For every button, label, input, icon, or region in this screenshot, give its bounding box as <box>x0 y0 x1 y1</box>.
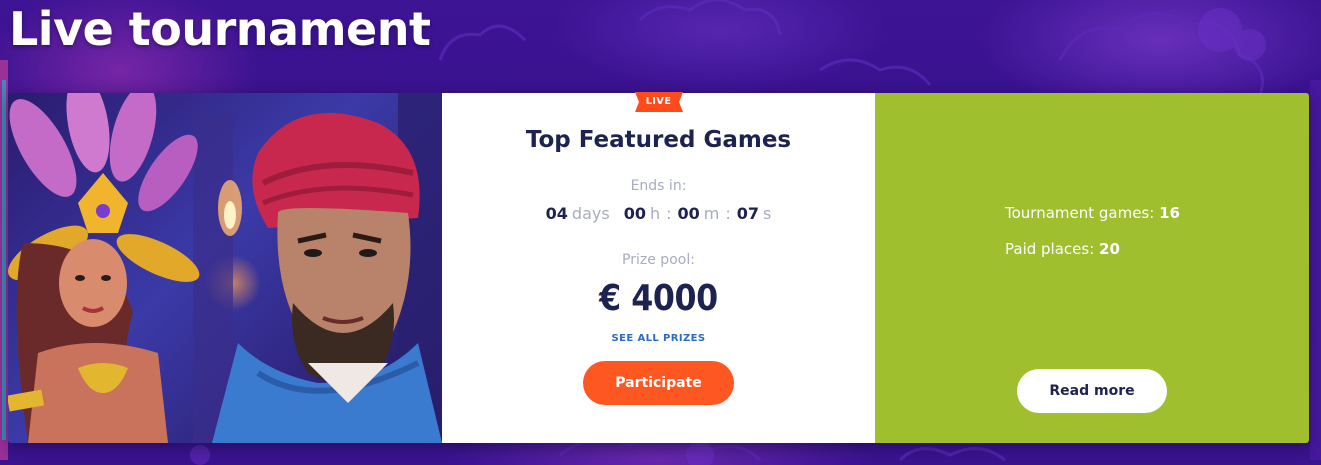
participate-button[interactable]: Participate <box>583 361 734 405</box>
countdown-hours-unit: h <box>649 204 661 223</box>
prize-pool-label: Prize pool: <box>622 252 695 268</box>
artwork-illustration <box>8 93 442 443</box>
countdown-seconds-unit: s <box>763 204 772 223</box>
tournament-artwork[interactable] <box>8 93 442 443</box>
countdown-days-unit: days <box>571 204 610 223</box>
paid-places-value: 20 <box>1099 240 1120 258</box>
prize-pool-amount: € 4000 <box>599 278 718 319</box>
countdown-timer: 04 days 00 h : 00 m : 07 s <box>546 204 772 223</box>
countdown-separator: : <box>666 204 672 223</box>
countdown-days: 04 <box>545 204 568 223</box>
tournament-stats-panel: Tournament games: 16 Paid places: 20 Rea… <box>875 93 1309 443</box>
countdown-minutes: 00 <box>677 204 700 223</box>
section-title: Live tournament <box>9 2 431 56</box>
live-badge-text: LIVE <box>645 96 672 107</box>
paid-places-label: Paid places: <box>1005 240 1095 258</box>
tournament-games-value: 16 <box>1159 204 1180 222</box>
paid-places-stat: Paid places: 20 <box>1005 240 1120 258</box>
countdown-minutes-unit: m <box>703 204 720 223</box>
ends-in-label: Ends in: <box>630 178 687 194</box>
tournament-games-label: Tournament games: <box>1005 204 1155 222</box>
countdown-separator: : <box>725 204 731 223</box>
tournament-games-stat: Tournament games: 16 <box>1005 204 1180 222</box>
read-more-button[interactable]: Read more <box>1017 369 1167 413</box>
tournament-card: LIVE Top Featured Games Ends in: 04 days… <box>8 92 1309 443</box>
tournament-name: Top Featured Games <box>525 127 792 153</box>
see-all-prizes-link[interactable]: SEE ALL PRIZES <box>612 333 706 344</box>
live-badge: LIVE <box>634 92 683 112</box>
countdown-seconds: 07 <box>736 204 759 223</box>
countdown-hours: 00 <box>623 204 646 223</box>
tournament-info-panel: LIVE Top Featured Games Ends in: 04 days… <box>442 92 875 443</box>
